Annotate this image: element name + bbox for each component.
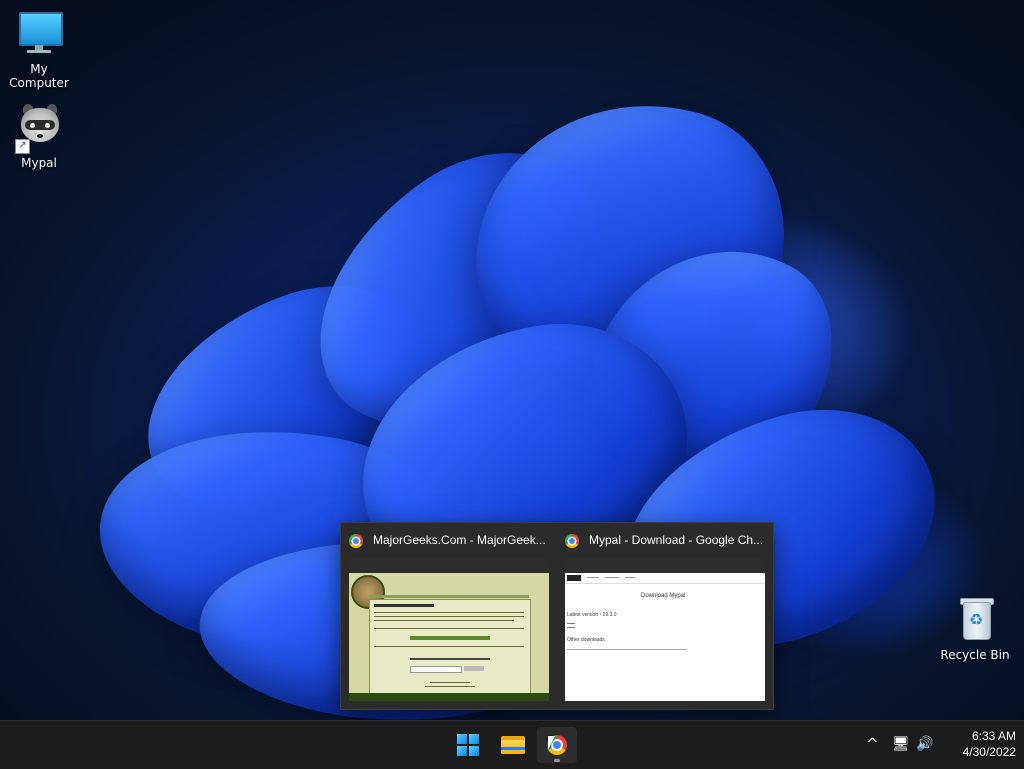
taskbar-thumbnail-preview: MajorGeeks.Com - MajorGeek... Mypal - Do… bbox=[340, 522, 774, 710]
network-icon[interactable]: 🖥 bbox=[892, 735, 910, 753]
clock-date: 4/30/2022 bbox=[962, 745, 1016, 759]
desktop-icon-my-computer[interactable]: My Computer bbox=[0, 10, 78, 90]
desktop-icon-mypal[interactable]: ↗ Mypal bbox=[0, 104, 78, 170]
taskbar: ^ 🖥 🔊 6:33 AM 4/30/2022 bbox=[0, 720, 1024, 769]
running-indicator bbox=[554, 759, 560, 762]
file-explorer-button[interactable] bbox=[493, 727, 533, 763]
clock[interactable]: 6:33 AM 4/30/2022 bbox=[940, 728, 1016, 760]
chrome-icon bbox=[565, 534, 579, 548]
mouse-cursor-icon bbox=[548, 736, 555, 750]
monitor-icon bbox=[15, 10, 63, 58]
windows-start-icon bbox=[457, 734, 479, 756]
chrome-taskbar-button[interactable] bbox=[537, 727, 577, 763]
desktop-icon-recycle-bin[interactable]: ♻ Recycle Bin bbox=[936, 596, 1014, 662]
thumbnail-mypal[interactable]: Mypal - Download - Google Ch... Download… bbox=[557, 523, 773, 709]
shortcut-arrow-icon: ↗ bbox=[15, 139, 30, 154]
show-hidden-icons-chevron-icon[interactable]: ^ bbox=[866, 735, 879, 753]
recycle-bin-icon: ♻ bbox=[951, 596, 999, 644]
mypal-download-heading: Download Mypal bbox=[641, 593, 686, 599]
thumbnail-majorgeeks[interactable]: MajorGeeks.Com - MajorGeek... bbox=[341, 523, 557, 709]
mypal-other-downloads: Other downloads bbox=[567, 637, 605, 643]
desktop-icon-label: Mypal bbox=[21, 156, 57, 170]
thumbnail-image bbox=[349, 559, 549, 701]
mypal-latest-version: Latest version - 29.3.0 bbox=[567, 612, 617, 618]
raccoon-icon: ↗ bbox=[15, 104, 63, 154]
thumbnail-title: MajorGeeks.Com - MajorGeek... bbox=[373, 533, 546, 547]
desktop-icon-label: My Computer bbox=[9, 62, 69, 90]
thumbnail-image: Download Mypal Latest version - 29.3.0 O… bbox=[565, 559, 765, 701]
chrome-icon bbox=[349, 534, 363, 548]
desktop-icon-label: Recycle Bin bbox=[940, 648, 1010, 662]
clock-time: 6:33 AM bbox=[971, 729, 1016, 743]
thumbnail-title: Mypal - Download - Google Ch... bbox=[589, 533, 764, 547]
start-button[interactable] bbox=[448, 727, 488, 763]
volume-icon[interactable]: 🔊 bbox=[916, 735, 933, 753]
